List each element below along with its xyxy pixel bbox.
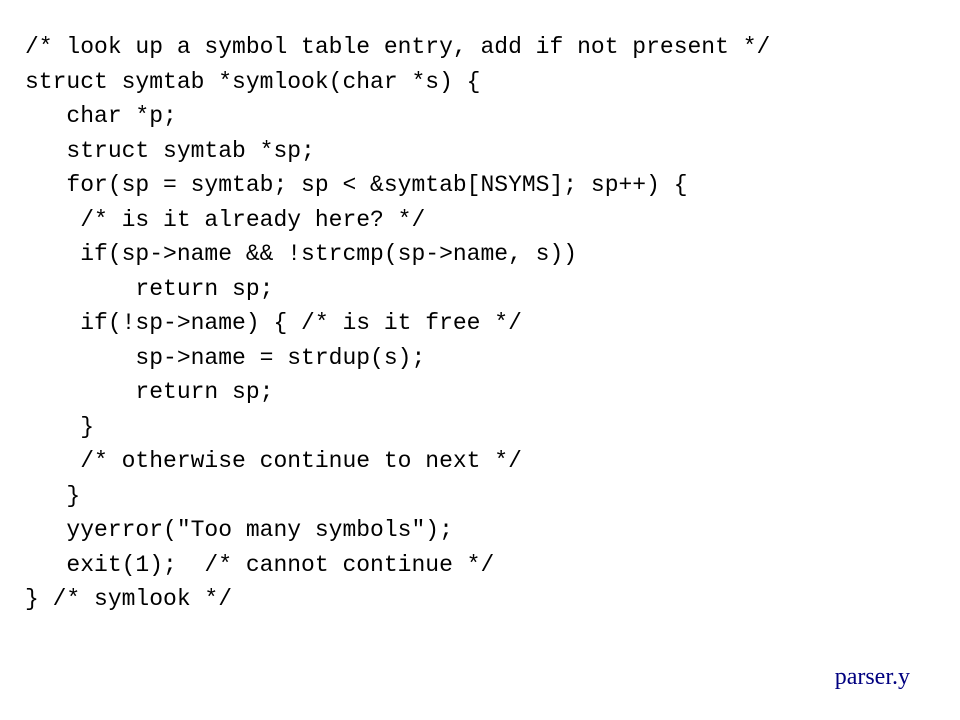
code-line: /* otherwise continue to next */ xyxy=(25,444,935,479)
code-line: /* is it already here? */ xyxy=(25,203,935,238)
code-line: yyerror("Too many symbols"); xyxy=(25,513,935,548)
code-line: struct symtab *symlook(char *s) { xyxy=(25,65,935,100)
filename-label: parser.y xyxy=(835,659,910,695)
code-line: sp->name = strdup(s); xyxy=(25,341,935,376)
code-line: } /* symlook */ xyxy=(25,582,935,617)
code-line: return sp; xyxy=(25,272,935,307)
code-line: if(sp->name && !strcmp(sp->name, s)) xyxy=(25,237,935,272)
code-line: for(sp = symtab; sp < &symtab[NSYMS]; sp… xyxy=(25,168,935,203)
code-line: char *p; xyxy=(25,99,935,134)
code-line: } xyxy=(25,479,935,514)
code-line: return sp; xyxy=(25,375,935,410)
code-line: /* look up a symbol table entry, add if … xyxy=(25,30,935,65)
code-line: exit(1); /* cannot continue */ xyxy=(25,548,935,583)
code-block: /* look up a symbol table entry, add if … xyxy=(25,30,935,617)
code-line: } xyxy=(25,410,935,445)
code-line: if(!sp->name) { /* is it free */ xyxy=(25,306,935,341)
code-line: struct symtab *sp; xyxy=(25,134,935,169)
